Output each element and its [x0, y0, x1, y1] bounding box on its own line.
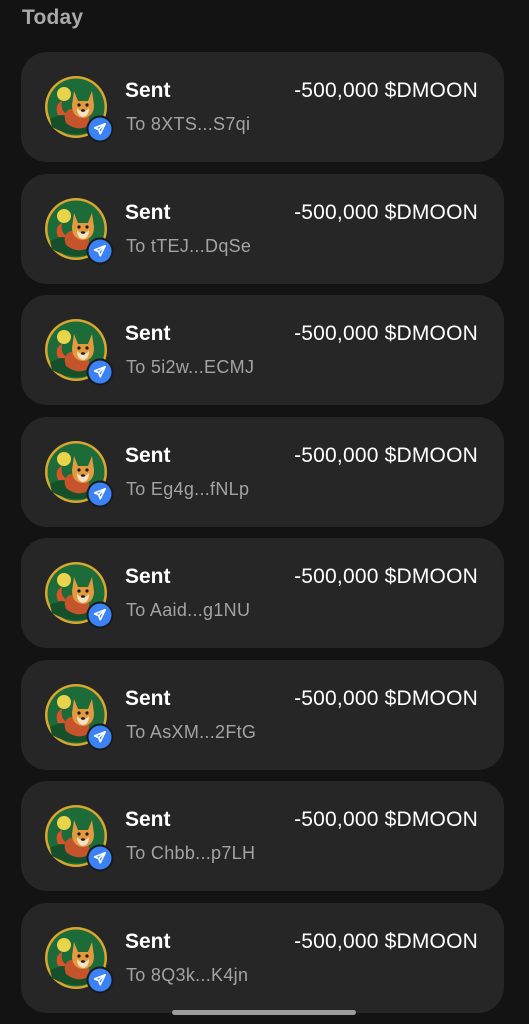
transaction-item[interactable]: Sent -500,000 $DMOON To 5i2w...ECMJ: [21, 295, 504, 405]
transaction-title: Sent: [125, 79, 171, 102]
transaction-item[interactable]: Sent -500,000 $DMOON To Eg4g...fNLp: [21, 416, 504, 527]
transaction-recipient: To AsXM...2FtG: [126, 721, 257, 742]
dmoon-token-avatar: [44, 75, 114, 143]
transaction-title: Sent: [125, 322, 171, 345]
transaction-item[interactable]: Sent -500,000 $DMOON To tTEJ...DqSe: [21, 173, 504, 284]
transaction-amount: -500,000 $DMOON: [294, 686, 478, 710]
transaction-amount: -500,000 $DMOON: [294, 808, 478, 831]
transaction-item[interactable]: Sent -500,000 $DMOON To AsXM...2FtG: [21, 659, 504, 770]
send-arrow-icon: [86, 723, 114, 751]
dmoon-token-avatar: [44, 804, 114, 872]
transaction-recipient: To 5i2w...ECMJ: [126, 357, 255, 377]
transaction-item[interactable]: Sent -500,000 $DMOON To 8Q3k...K4jn: [21, 902, 504, 1013]
send-arrow-icon: [86, 966, 114, 994]
transaction-title: Sent: [125, 929, 171, 953]
dmoon-token-avatar: [44, 440, 114, 507]
transaction-title: Sent: [125, 808, 171, 831]
transaction-item[interactable]: Sent -500,000 $DMOON To Aaid...g1NU: [21, 538, 504, 648]
dmoon-token-avatar: [44, 318, 114, 386]
transaction-recipient: To Chbb...p7LH: [126, 843, 256, 863]
transaction-title: Sent: [125, 200, 171, 224]
dmoon-token-avatar: [44, 561, 114, 629]
send-arrow-icon: [86, 115, 114, 143]
transaction-recipient: To Eg4g...fNLp: [126, 478, 250, 499]
transaction-amount: -500,000 $DMOON: [294, 79, 478, 102]
transaction-item[interactable]: Sent -500,000 $DMOON To Chbb...p7LH: [21, 781, 504, 891]
transaction-amount: -500,000 $DMOON: [294, 443, 478, 467]
transaction-item[interactable]: Sent -500,000 $DMOON To 8XTS...S7qi: [21, 52, 504, 162]
send-arrow-icon: [86, 844, 114, 872]
home-indicator[interactable]: [172, 1010, 356, 1015]
send-arrow-icon: [86, 480, 114, 508]
transaction-recipient: To tTEJ...DqSe: [126, 235, 252, 256]
transaction-recipient: To 8Q3k...K4jn: [126, 964, 249, 985]
send-arrow-icon: [86, 358, 114, 386]
transaction-recipient: To 8XTS...S7qi: [126, 114, 251, 134]
transaction-list: Sent -500,000 $DMOON To 8XTS...S7qi Sent -50…: [21, 52, 504, 1024]
dmoon-token-avatar: [44, 926, 114, 993]
send-arrow-icon: [86, 237, 114, 265]
transaction-amount: -500,000 $DMOON: [294, 929, 478, 953]
dmoon-token-avatar: [44, 197, 114, 264]
transaction-amount: -500,000 $DMOON: [294, 200, 478, 224]
dmoon-token-avatar: [44, 683, 114, 750]
transaction-amount: -500,000 $DMOON: [294, 322, 478, 345]
transaction-title: Sent: [125, 565, 171, 588]
send-arrow-icon: [86, 601, 114, 629]
section-title-today: Today: [22, 6, 84, 29]
transaction-title: Sent: [125, 443, 171, 467]
transaction-amount: -500,000 $DMOON: [294, 565, 478, 588]
transaction-recipient: To Aaid...g1NU: [126, 600, 251, 620]
transaction-title: Sent: [125, 686, 171, 710]
